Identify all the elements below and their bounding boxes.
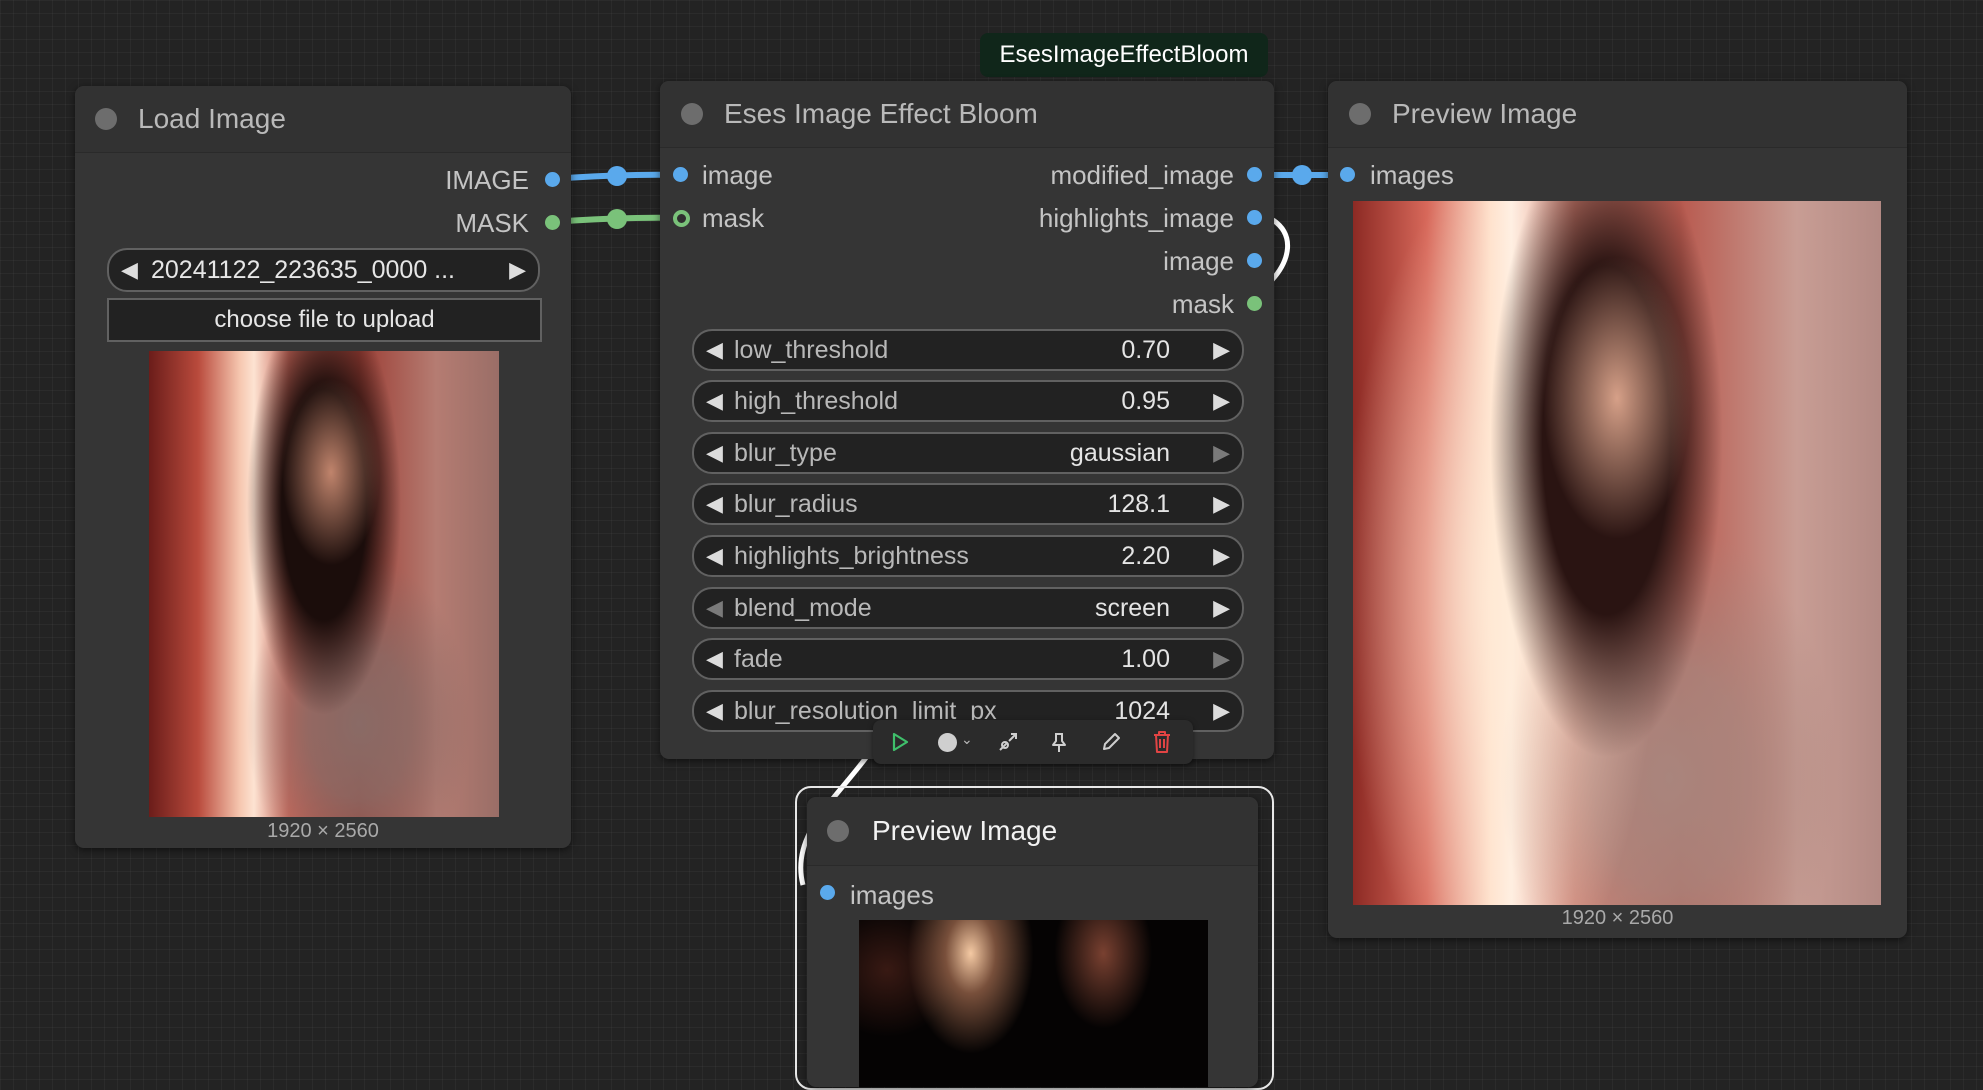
node-header[interactable]: Eses Image Effect Bloom bbox=[660, 81, 1274, 148]
link-highlights-image bbox=[1270, 217, 1291, 282]
edit-icon[interactable] bbox=[1100, 731, 1122, 753]
widget-name: high_threshold bbox=[734, 387, 899, 415]
decrement-arrow-icon[interactable]: ◀ bbox=[706, 331, 723, 369]
bloom-effect-node[interactable]: Eses Image Effect Bloom image mask modif… bbox=[660, 81, 1274, 759]
collapse-dot-icon[interactable] bbox=[95, 108, 117, 130]
node-title: Preview Image bbox=[872, 815, 1058, 846]
decrement-arrow-icon[interactable]: ◀ bbox=[706, 692, 723, 730]
widget-high-threshold[interactable]: ◀ high_threshold 0.95 ▶ bbox=[692, 380, 1244, 422]
widget-value: gaussian bbox=[1069, 439, 1170, 467]
node-tooltip: EsesImageEffectBloom bbox=[980, 33, 1268, 77]
node-title: Eses Image Effect Bloom bbox=[724, 98, 1038, 129]
widget-value: 1.00 bbox=[1121, 645, 1170, 673]
loaded-image-thumbnail bbox=[149, 351, 499, 817]
output-label-modified-image: modified_image bbox=[1050, 160, 1234, 190]
input-slot-mask[interactable] bbox=[673, 210, 690, 227]
load-image-node[interactable]: Load Image IMAGE MASK ◀ 20241122_223635_… bbox=[75, 86, 571, 848]
node-header[interactable]: Preview Image bbox=[1328, 81, 1907, 148]
tooltip-text: EsesImageEffectBloom bbox=[999, 41, 1249, 68]
decrement-arrow-icon[interactable]: ◀ bbox=[706, 434, 723, 472]
widget-blur-type[interactable]: ◀ blur_type gaussian ▶ bbox=[692, 432, 1244, 474]
widget-value: 128.1 bbox=[1107, 490, 1170, 518]
widget-low-threshold[interactable]: ◀ low_threshold 0.70 ▶ bbox=[692, 329, 1244, 371]
output-label-mask: mask bbox=[1171, 289, 1234, 319]
widget-value: screen bbox=[1094, 594, 1170, 622]
output-slot-image[interactable] bbox=[1247, 253, 1262, 268]
preview-image-node-bottom[interactable]: Preview Image images bbox=[807, 797, 1258, 1087]
decrement-arrow-icon[interactable]: ◀ bbox=[706, 589, 723, 627]
decrement-arrow-icon[interactable]: ◀ bbox=[706, 640, 723, 678]
collapse-dot-icon[interactable] bbox=[827, 820, 849, 842]
input-label-images: images bbox=[1370, 160, 1454, 190]
output-label-image: IMAGE bbox=[445, 165, 529, 195]
node-header[interactable]: Load Image bbox=[75, 86, 571, 153]
increment-arrow-icon[interactable]: ▶ bbox=[1213, 589, 1230, 627]
increment-arrow-icon[interactable]: ▶ bbox=[1213, 382, 1230, 420]
output-slot-highlights-image[interactable] bbox=[1247, 210, 1262, 225]
output-slot-modified-image[interactable] bbox=[1247, 167, 1262, 182]
widget-value: 0.70 bbox=[1121, 336, 1170, 364]
link-mask-midpoint bbox=[607, 209, 627, 229]
widget-name: blur_type bbox=[734, 439, 837, 467]
pin-icon[interactable] bbox=[1048, 731, 1070, 753]
decrement-arrow-icon[interactable]: ◀ bbox=[706, 485, 723, 523]
widget-name: blend_mode bbox=[734, 594, 872, 622]
upload-button[interactable]: choose file to upload bbox=[107, 298, 542, 342]
node-toolbar: ⌄ bbox=[873, 720, 1193, 764]
color-circle-icon[interactable] bbox=[938, 733, 957, 752]
input-slot-images[interactable] bbox=[1340, 167, 1355, 182]
widget-blur-radius[interactable]: ◀ blur_radius 128.1 ▶ bbox=[692, 483, 1244, 525]
widget-name: fade bbox=[734, 645, 783, 673]
node-title: Preview Image bbox=[1392, 98, 1578, 129]
file-value: 20241122_223635_0000 ... bbox=[151, 256, 456, 284]
collapse-dot-icon[interactable] bbox=[1349, 103, 1371, 125]
node-header[interactable]: Preview Image bbox=[807, 797, 1258, 866]
output-slot-mask[interactable] bbox=[545, 215, 560, 230]
preview-image bbox=[1353, 201, 1881, 905]
widget-name: blur_radius bbox=[734, 490, 858, 518]
widget-name: highlights_brightness bbox=[734, 542, 969, 570]
trash-icon[interactable] bbox=[1151, 730, 1173, 754]
link-image-midpoint bbox=[607, 166, 627, 186]
bypass-icon[interactable] bbox=[997, 731, 1019, 753]
input-slot-image[interactable] bbox=[673, 167, 688, 182]
widget-fade[interactable]: ◀ fade 1.00 ▶ bbox=[692, 638, 1244, 680]
increment-arrow-icon[interactable]: ▶ bbox=[1213, 537, 1230, 575]
widget-highlights-brightness[interactable]: ◀ highlights_brightness 2.20 ▶ bbox=[692, 535, 1244, 577]
arrow-right-icon[interactable]: ▶ bbox=[509, 250, 526, 290]
output-label-image: image bbox=[1163, 246, 1234, 276]
image-size-label: 1920 × 2560 bbox=[267, 820, 379, 842]
output-slot-mask[interactable] bbox=[1247, 296, 1262, 311]
input-label-image: image bbox=[702, 160, 773, 190]
output-label-highlights-image: highlights_image bbox=[1038, 203, 1234, 233]
chevron-down-icon[interactable]: ⌄ bbox=[961, 731, 973, 748]
arrow-left-icon[interactable]: ◀ bbox=[121, 250, 138, 290]
node-title: Load Image bbox=[138, 103, 286, 134]
play-icon[interactable] bbox=[889, 731, 911, 753]
increment-arrow-icon[interactable]: ▶ bbox=[1213, 692, 1230, 730]
decrement-arrow-icon[interactable]: ◀ bbox=[706, 382, 723, 420]
increment-arrow-icon[interactable]: ▶ bbox=[1213, 640, 1230, 678]
increment-arrow-icon[interactable]: ▶ bbox=[1213, 485, 1230, 523]
file-combo[interactable]: ◀ 20241122_223635_0000 ... ▶ bbox=[107, 248, 540, 292]
decrement-arrow-icon[interactable]: ◀ bbox=[706, 537, 723, 575]
increment-arrow-icon[interactable]: ▶ bbox=[1213, 434, 1230, 472]
increment-arrow-icon[interactable]: ▶ bbox=[1213, 331, 1230, 369]
widget-blend-mode[interactable]: ◀ blend_mode screen ▶ bbox=[692, 587, 1244, 629]
widget-value: 2.20 bbox=[1121, 542, 1170, 570]
highlights-preview-image bbox=[859, 920, 1208, 1087]
widget-value: 0.95 bbox=[1121, 387, 1170, 415]
output-label-mask: MASK bbox=[455, 208, 529, 238]
collapse-dot-icon[interactable] bbox=[681, 103, 703, 125]
preview-image-node-right[interactable]: Preview Image images 1920 × 2560 bbox=[1328, 81, 1907, 938]
upload-label: choose file to upload bbox=[214, 306, 435, 333]
input-label-mask: mask bbox=[702, 203, 765, 233]
input-label-images: images bbox=[850, 880, 934, 910]
image-size-label: 1920 × 2560 bbox=[1561, 907, 1674, 929]
output-slot-image[interactable] bbox=[545, 172, 560, 187]
input-slot-images[interactable] bbox=[820, 885, 835, 900]
link-modified-image-midpoint bbox=[1292, 165, 1312, 185]
widget-name: low_threshold bbox=[734, 336, 889, 364]
